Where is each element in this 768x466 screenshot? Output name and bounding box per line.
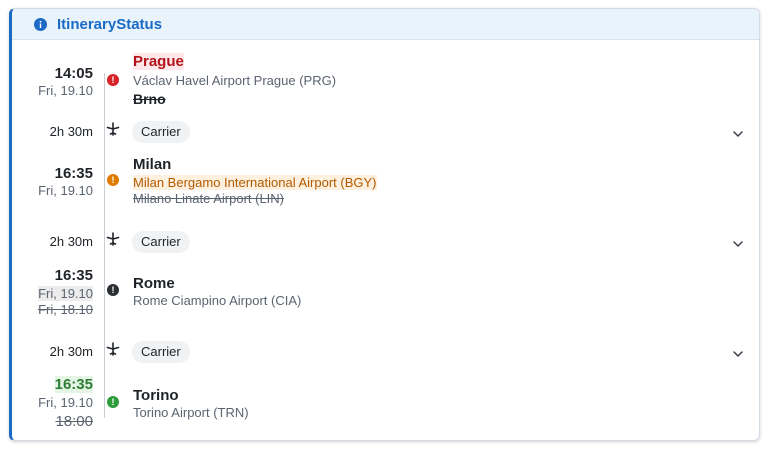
previous-city: Brno bbox=[133, 91, 166, 107]
stop-airport: Rome Ciampino Airport (CIA) bbox=[133, 293, 302, 308]
carrier-chip[interactable]: Carrier bbox=[132, 341, 190, 363]
info-icon bbox=[34, 17, 47, 31]
departure-time: 16:35 bbox=[54, 376, 93, 393]
leg-duration: 2h 30m bbox=[49, 124, 93, 139]
card-header: ItineraryStatus bbox=[12, 9, 759, 40]
card-title: ItineraryStatus bbox=[57, 15, 163, 33]
leg-duration: 2h 30m bbox=[49, 344, 93, 359]
carrier-chip[interactable]: Carrier bbox=[132, 231, 190, 253]
departure-date: Fri, 19.10 bbox=[38, 395, 93, 410]
plane-icon bbox=[106, 342, 120, 359]
departure-time: 14:05 bbox=[54, 65, 93, 82]
departure-time: 16:35 bbox=[54, 267, 93, 284]
stop-airport: Václav Havel Airport Prague (PRG) bbox=[133, 73, 337, 88]
chevron-down-icon[interactable] bbox=[733, 346, 743, 358]
stop-city: Prague bbox=[133, 53, 184, 70]
stop-airport: Milan Bergamo International Airport (BGY… bbox=[133, 175, 377, 190]
previous-date: Fri, 18.10 bbox=[38, 302, 93, 317]
leg-duration: 2h 30m bbox=[49, 234, 93, 249]
timeline-line bbox=[104, 73, 105, 418]
stop-city: Milan bbox=[133, 156, 172, 173]
error-status-icon: ! bbox=[107, 74, 119, 86]
departure-date: Fri, 19.10 bbox=[38, 83, 93, 98]
chevron-down-icon[interactable] bbox=[733, 126, 743, 138]
warning-status-icon: ! bbox=[107, 174, 119, 186]
departure-date: Fri, 19.10 bbox=[38, 183, 93, 198]
success-status-icon: ! bbox=[107, 396, 119, 408]
neutral-status-icon: ! bbox=[107, 284, 119, 296]
departure-date: Fri, 19.10 bbox=[38, 286, 93, 301]
plane-icon bbox=[106, 122, 120, 139]
stop-city: Rome bbox=[133, 275, 175, 292]
previous-airport: Milano Linate Airport (LIN) bbox=[133, 191, 285, 206]
chevron-down-icon[interactable] bbox=[733, 236, 743, 248]
plane-icon bbox=[106, 232, 120, 249]
departure-time: 16:35 bbox=[54, 165, 93, 182]
itinerary-status-card: ItineraryStatus bbox=[9, 8, 760, 441]
carrier-chip[interactable]: Carrier bbox=[132, 121, 190, 143]
stop-city: Torino bbox=[133, 387, 179, 404]
previous-time: 18:00 bbox=[55, 413, 93, 430]
stop-airport: Torino Airport (TRN) bbox=[133, 405, 249, 420]
